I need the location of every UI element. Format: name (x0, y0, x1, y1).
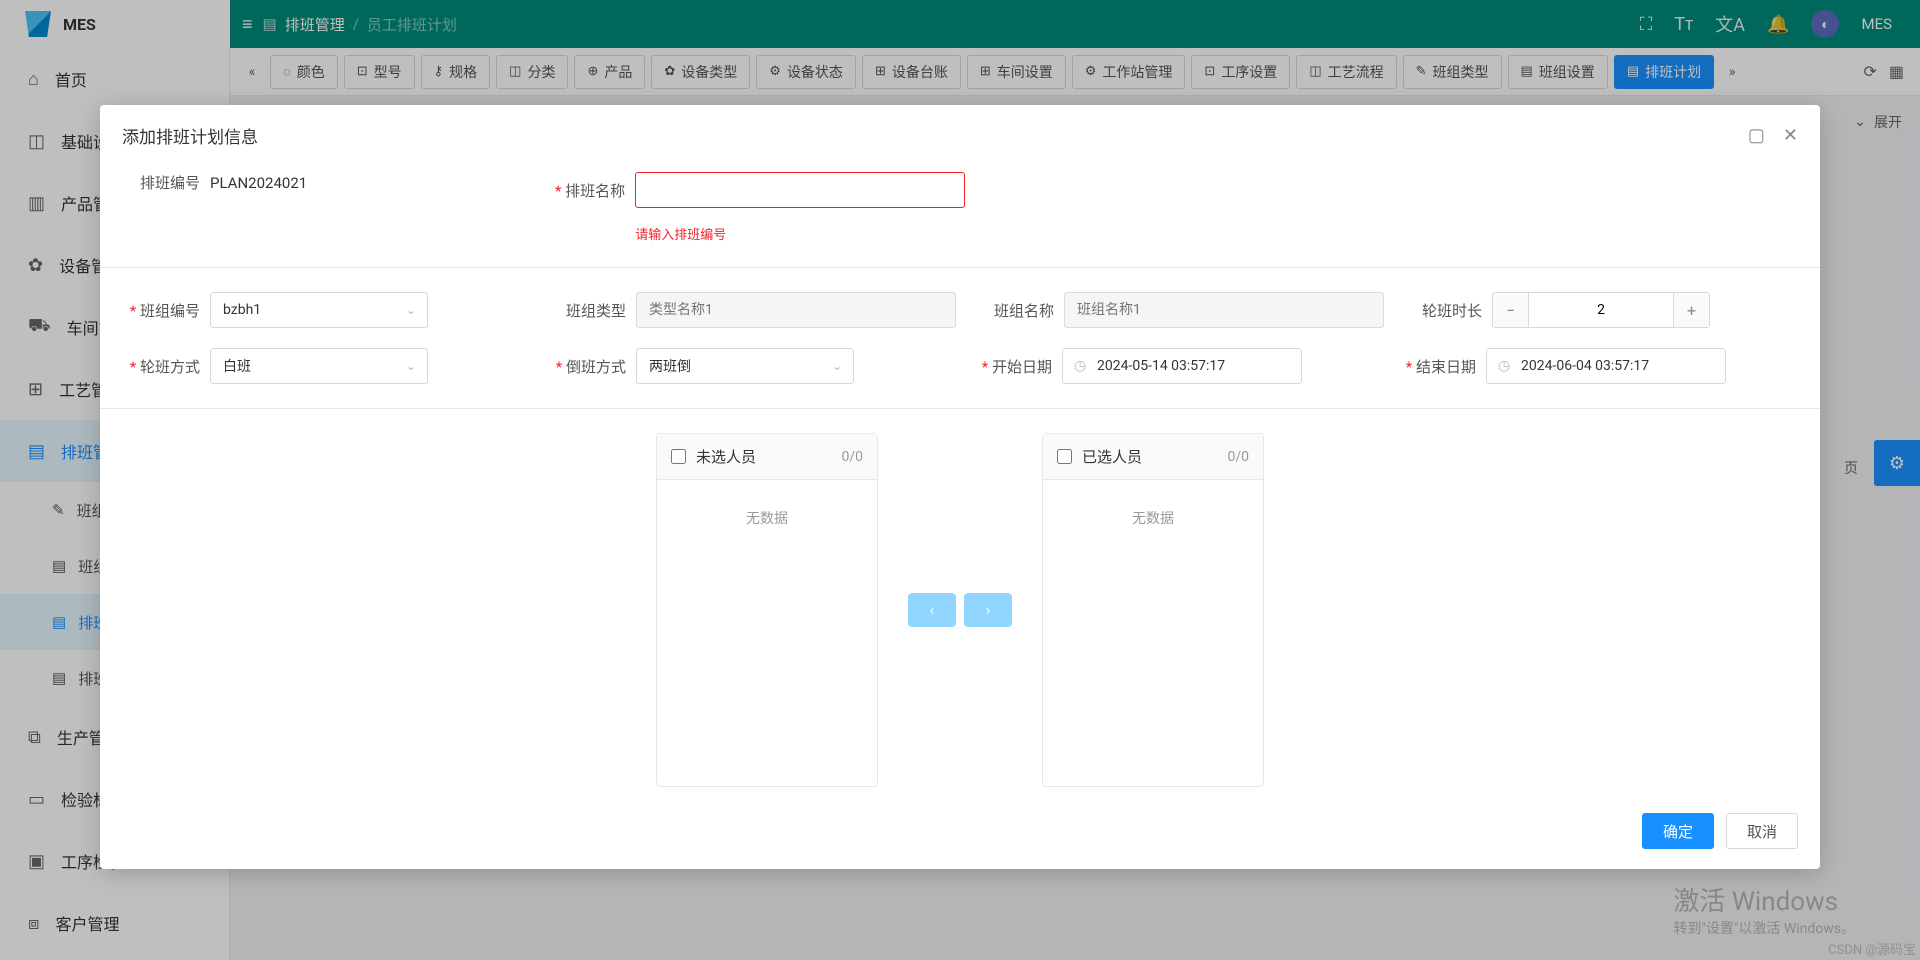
minus-icon[interactable]: − (1493, 293, 1529, 327)
close-icon[interactable]: ✕ (1783, 125, 1798, 146)
divider-2 (100, 408, 1820, 409)
field-start-date: 开始日期 ◷ (974, 348, 1302, 384)
team-name-input (1064, 292, 1384, 328)
transfer-right-body: 无数据 (1043, 480, 1263, 786)
modal-overlay: 添加排班计划信息 ▢ ✕ 排班编号 PLAN2024021 排班名称 请输入排班… (0, 0, 1920, 960)
transfer-left-count: 0/0 (841, 449, 863, 465)
field-end-date: 结束日期 ◷ (1398, 348, 1726, 384)
transfer-right-head: 已选人员 0/0 (1043, 434, 1263, 480)
team-type-input (636, 292, 956, 328)
transfer-left-body: 无数据 (657, 480, 877, 786)
field-shift-method: 轮班方式 ⌄ (122, 348, 428, 384)
field-team-name: 班组名称 (976, 292, 1384, 328)
end-date-input[interactable] (1486, 348, 1726, 384)
team-no-select[interactable] (210, 292, 428, 328)
transfer-left-checkall[interactable] (671, 449, 686, 464)
field-plan-name: 排班名称 请输入排班编号 (547, 172, 965, 243)
start-date-label: 开始日期 (974, 356, 1052, 377)
end-date-label: 结束日期 (1398, 356, 1476, 377)
rotation-select[interactable] (636, 348, 854, 384)
shift-hours-value: 2 (1529, 302, 1673, 318)
watermark-line2: 转到"设置"以激活 Windows。 (1673, 918, 1855, 938)
transfer-right: 已选人员 0/0 无数据 (1042, 433, 1264, 787)
transfer-left: 未选人员 0/0 无数据 (656, 433, 878, 787)
transfer: 未选人员 0/0 无数据 ‹ › 已选人员 0/0 无数据 (122, 433, 1798, 787)
maximize-icon[interactable]: ▢ (1748, 125, 1765, 146)
transfer-left-button[interactable]: ‹ (908, 593, 956, 627)
shift-hours-stepper[interactable]: − 2 + (1492, 292, 1710, 328)
cancel-button[interactable]: 取消 (1726, 813, 1798, 849)
plan-name-label: 排班名称 (547, 180, 625, 201)
dialog-body: 排班编号 PLAN2024021 排班名称 请输入排班编号 班组编号 (100, 166, 1820, 869)
transfer-right-button[interactable]: › (964, 593, 1012, 627)
shift-hours-label: 轮班时长 (1404, 300, 1482, 321)
csdn-watermark: CSDN @源码宝 (1828, 939, 1916, 958)
plus-icon[interactable]: + (1673, 293, 1709, 327)
plan-no-value: PLAN2024021 (210, 174, 307, 192)
form-row-1: 排班编号 PLAN2024021 排班名称 请输入排班编号 (122, 172, 1798, 243)
transfer-right-checkall[interactable] (1057, 449, 1072, 464)
divider-1 (100, 267, 1820, 268)
team-type-label: 班组类型 (548, 300, 626, 321)
form-row-2: 班组编号 ⌄ 班组类型 班组名称 轮班时长 − (122, 292, 1798, 328)
transfer-left-head: 未选人员 0/0 (657, 434, 877, 480)
shift-method-select[interactable] (210, 348, 428, 384)
plan-name-error: 请输入排班编号 (635, 224, 726, 243)
transfer-right-title: 已选人员 (1082, 446, 1142, 467)
team-no-label: 班组编号 (122, 300, 200, 321)
team-name-label: 班组名称 (976, 300, 1054, 321)
dialog-title: 添加排班计划信息 (122, 123, 258, 148)
field-team-type: 班组类型 (548, 292, 956, 328)
watermark-line1: 激活 Windows (1673, 881, 1855, 918)
rotation-label: 倒班方式 (548, 356, 626, 377)
transfer-controls: ‹ › (908, 593, 1012, 627)
shift-method-label: 轮班方式 (122, 356, 200, 377)
field-plan-no: 排班编号 PLAN2024021 (122, 172, 307, 193)
ok-button[interactable]: 确定 (1642, 813, 1714, 849)
start-date-input[interactable] (1062, 348, 1302, 384)
transfer-right-count: 0/0 (1227, 449, 1249, 465)
field-shift-hours: 轮班时长 − 2 + (1404, 292, 1710, 328)
watermark: 激活 Windows 转到"设置"以激活 Windows。 (1673, 881, 1855, 938)
dialog-actions: ▢ ✕ (1748, 125, 1798, 146)
field-rotation: 倒班方式 ⌄ (548, 348, 854, 384)
form-row-3: 轮班方式 ⌄ 倒班方式 ⌄ 开始日期 ◷ (122, 348, 1798, 384)
field-team-no: 班组编号 ⌄ (122, 292, 428, 328)
plan-name-input[interactable] (635, 172, 965, 208)
plan-no-label: 排班编号 (122, 172, 200, 193)
dialog-footer: 确定 取消 (122, 787, 1798, 849)
dialog-header: 添加排班计划信息 ▢ ✕ (100, 105, 1820, 166)
transfer-left-title: 未选人员 (696, 446, 756, 467)
dialog: 添加排班计划信息 ▢ ✕ 排班编号 PLAN2024021 排班名称 请输入排班… (100, 105, 1820, 869)
